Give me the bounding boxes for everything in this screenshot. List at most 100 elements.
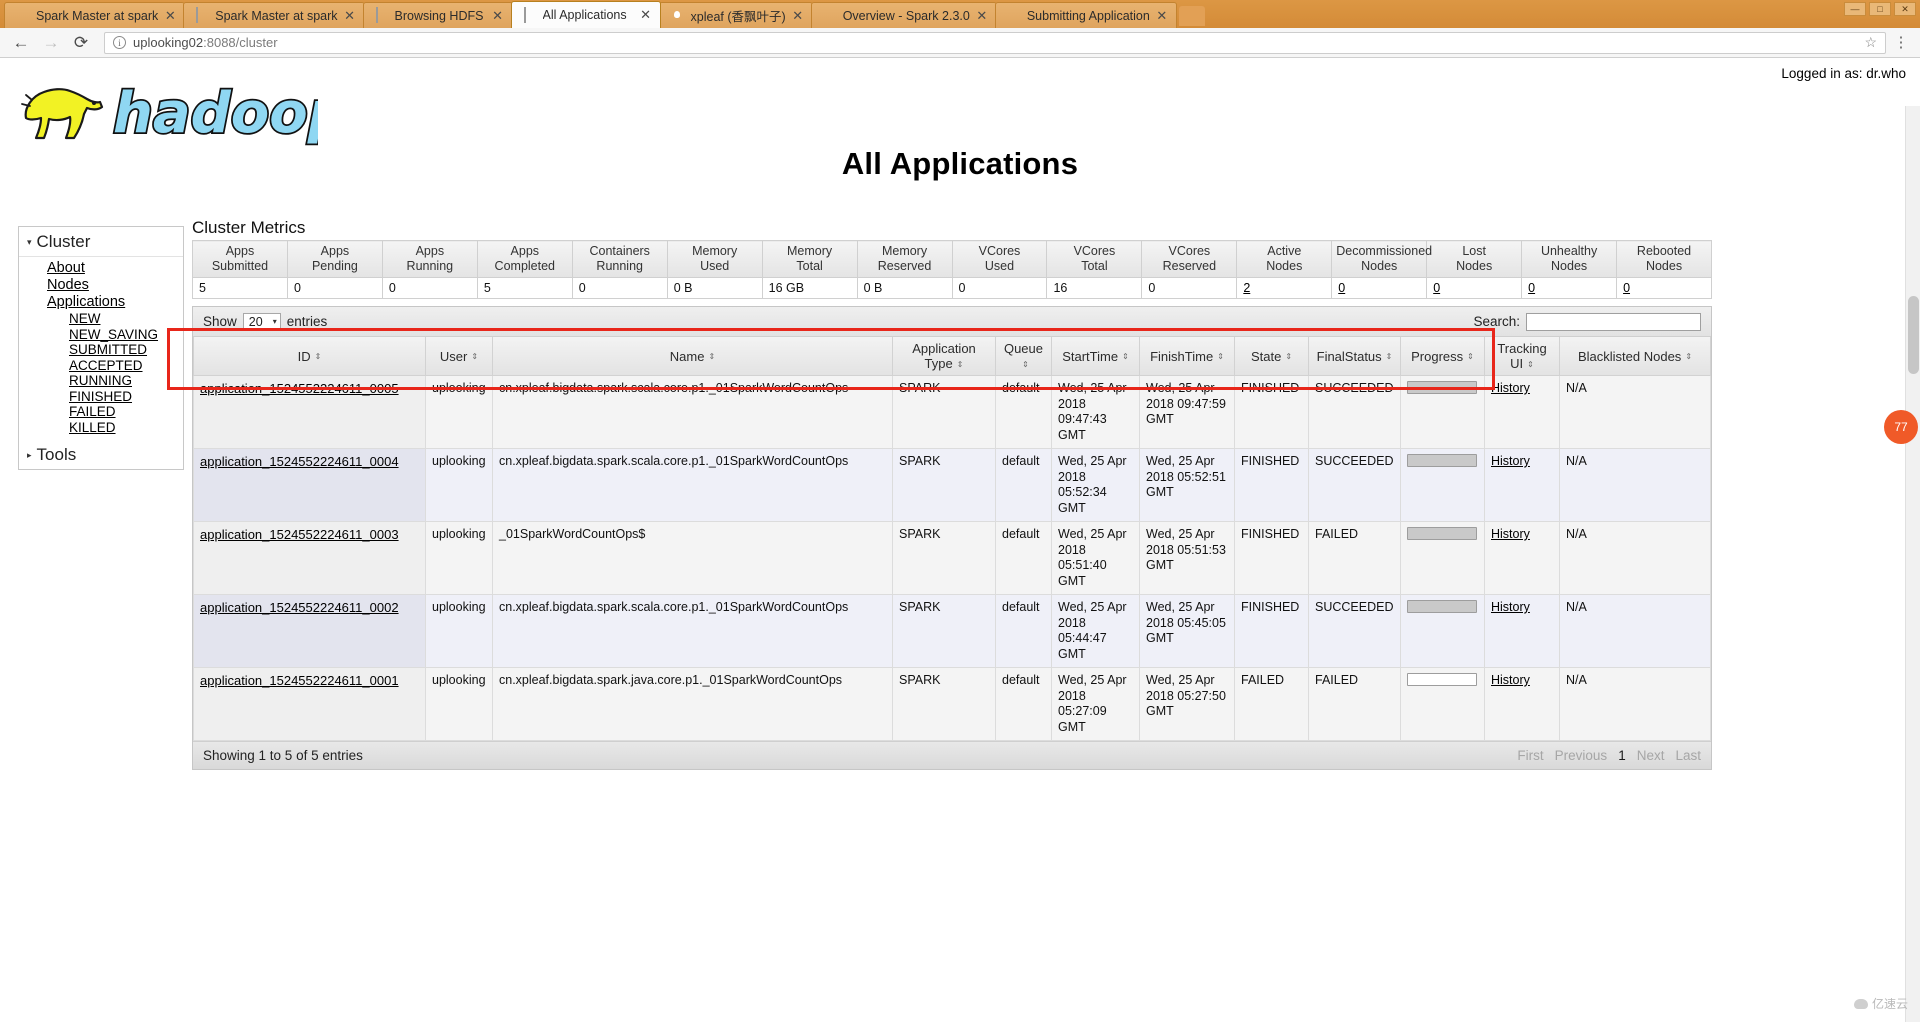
- browser-tab-7[interactable]: Submitting Application ✕: [994, 2, 1177, 28]
- metrics-col-apps-running: Apps Running: [381, 240, 478, 278]
- browser-tab-4-active[interactable]: All Applications ✕: [510, 1, 661, 28]
- table-row[interactable]: application_1524552224611_0001 uplooking…: [193, 667, 1711, 741]
- address-bar[interactable]: i uplooking02 :8088/cluster ☆: [104, 31, 1886, 54]
- floating-badge[interactable]: 77: [1884, 410, 1918, 444]
- application-id-link[interactable]: application_1524552224611_0005: [200, 381, 399, 396]
- scrollbar-thumb[interactable]: [1908, 296, 1919, 374]
- sidebar-state-failed[interactable]: FAILED: [19, 404, 183, 420]
- sidebar-item-applications[interactable]: Applications: [19, 294, 183, 311]
- close-window-button[interactable]: ✕: [1894, 2, 1916, 16]
- tab-close-icon[interactable]: ✕: [344, 8, 356, 24]
- sidebar-cluster-header[interactable]: ▾ Cluster: [19, 227, 183, 257]
- browser-tab-3[interactable]: Browsing HDFS ✕: [362, 2, 513, 28]
- table-row[interactable]: application_1524552224611_0002 uplooking…: [193, 594, 1711, 668]
- table-row[interactable]: application_1524552224611_0004 uplooking…: [193, 448, 1711, 522]
- sidebar-state-accepted[interactable]: ACCEPTED: [19, 358, 183, 374]
- unhealthy-nodes-link[interactable]: 0: [1528, 281, 1535, 295]
- metrics-value-active-nodes: 2: [1236, 277, 1333, 299]
- history-link[interactable]: History: [1491, 673, 1530, 687]
- tab-close-icon[interactable]: ✕: [640, 7, 652, 23]
- table-row[interactable]: application_1524552224611_0003 uplooking…: [193, 521, 1711, 595]
- applications-table: ID ⇕ User ⇕ Name ⇕ Application Type ⇕ Queue⇕…: [193, 337, 1711, 741]
- bookmark-star-icon[interactable]: ☆: [1864, 34, 1877, 51]
- application-id-link[interactable]: application_1524552224611_0002: [200, 600, 399, 615]
- sidebar-tools-header[interactable]: ▸ Tools: [19, 440, 183, 469]
- sidebar-cluster-label: Cluster: [36, 232, 91, 251]
- sidebar-state-new[interactable]: NEW: [19, 311, 183, 327]
- browser-tab-6[interactable]: Overview - Spark 2.3.0 ✕: [810, 2, 997, 28]
- tab-close-icon[interactable]: ✕: [492, 8, 504, 24]
- site-info-icon[interactable]: i: [113, 36, 126, 49]
- history-link[interactable]: History: [1491, 454, 1530, 468]
- sidebar-state-submitted[interactable]: SUBMITTED: [19, 342, 183, 358]
- cell-starttime: Wed, 25 Apr 2018 09:47:43 GMT: [1051, 375, 1140, 449]
- cell-state: FAILED: [1234, 667, 1309, 741]
- col-header-starttime[interactable]: StartTime ⇕: [1051, 337, 1140, 376]
- col-header-blacklisted-nodes[interactable]: Blacklisted Nodes ⇕: [1559, 337, 1711, 376]
- col-header-name[interactable]: Name ⇕: [492, 337, 893, 376]
- col-header-finishtime[interactable]: FinishTime ⇕: [1139, 337, 1235, 376]
- sort-icon: ⇕: [471, 352, 479, 362]
- rebooted-nodes-link[interactable]: 0: [1623, 281, 1630, 295]
- sidebar-state-finished[interactable]: FINISHED: [19, 389, 183, 405]
- search-label: Search:: [1473, 314, 1520, 329]
- pager-first[interactable]: First: [1517, 748, 1543, 763]
- tab-close-icon[interactable]: ✕: [792, 8, 804, 24]
- forward-icon[interactable]: →: [38, 31, 64, 55]
- col-header-application-type[interactable]: Application Type ⇕: [892, 337, 996, 376]
- pager-last[interactable]: Last: [1675, 748, 1701, 763]
- caret-down-icon: ▾: [27, 236, 32, 247]
- col-header-state[interactable]: State ⇕: [1234, 337, 1309, 376]
- col-header-user[interactable]: User ⇕: [425, 337, 493, 376]
- back-icon[interactable]: ←: [8, 31, 34, 55]
- col-header-id[interactable]: ID ⇕: [193, 337, 426, 376]
- browser-tab-2[interactable]: Spark Master at spark ✕: [183, 2, 365, 28]
- browser-tab-5[interactable]: xpleaf (香飘叶子) ✕: [658, 2, 813, 28]
- application-id-link[interactable]: application_1524552224611_0001: [200, 673, 399, 688]
- tab-close-icon[interactable]: ✕: [164, 8, 176, 24]
- reload-icon[interactable]: ⟳: [68, 31, 94, 55]
- cell-blacklisted-nodes: N/A: [1559, 521, 1711, 595]
- col-header-finalstatus[interactable]: FinalStatus ⇕: [1308, 337, 1401, 376]
- lost-nodes-link[interactable]: 0: [1433, 281, 1440, 295]
- tab-close-icon[interactable]: ✕: [976, 8, 988, 24]
- history-link[interactable]: History: [1491, 381, 1530, 395]
- new-tab-button[interactable]: [1178, 6, 1205, 26]
- col-header-queue[interactable]: Queue⇕: [995, 337, 1052, 376]
- page-scrollbar[interactable]: [1905, 106, 1920, 1022]
- col-header-tracking-ui[interactable]: Tracking UI ⇕: [1484, 337, 1560, 376]
- minimize-button[interactable]: —: [1844, 2, 1866, 16]
- sidebar-state-new-saving[interactable]: NEW_SAVING: [19, 327, 183, 343]
- cell-state: FINISHED: [1234, 448, 1309, 522]
- active-nodes-link[interactable]: 2: [1243, 281, 1250, 295]
- sidebar-state-running[interactable]: RUNNING: [19, 373, 183, 389]
- search-input[interactable]: [1526, 312, 1701, 331]
- pager-next[interactable]: Next: [1637, 748, 1665, 763]
- maximize-button[interactable]: □: [1869, 2, 1891, 16]
- browser-menu-icon[interactable]: ⋮: [1890, 35, 1912, 50]
- history-link[interactable]: History: [1491, 527, 1530, 541]
- entries-select[interactable]: 20 ▾: [242, 313, 281, 330]
- application-id-link[interactable]: application_1524552224611_0004: [200, 454, 399, 469]
- col-header-progress[interactable]: Progress ⇕: [1400, 337, 1485, 376]
- pager-page-1[interactable]: 1: [1618, 748, 1626, 763]
- pager-previous[interactable]: Previous: [1555, 748, 1608, 763]
- cell-name: cn.xpleaf.bigdata.spark.java.core.p1._01…: [492, 667, 893, 741]
- decommissioned-nodes-link[interactable]: 0: [1338, 281, 1345, 295]
- metrics-col-vcores-reserved: VCores Reserved: [1141, 240, 1238, 278]
- cell-application-type: SPARK: [892, 594, 996, 668]
- hadoop-logo[interactable]: hadoop: [18, 72, 350, 148]
- spark-icon: [1006, 8, 1021, 23]
- cell-finalstatus: SUCCEEDED: [1308, 375, 1401, 449]
- history-link[interactable]: History: [1491, 600, 1530, 614]
- tab-close-icon[interactable]: ✕: [1156, 8, 1168, 24]
- cell-user: uplooking: [425, 375, 493, 449]
- browser-tab-1[interactable]: Spark Master at spark ✕: [4, 2, 186, 28]
- application-id-link[interactable]: application_1524552224611_0003: [200, 527, 399, 542]
- sidebar-item-about[interactable]: About: [19, 260, 183, 277]
- sidebar-item-nodes[interactable]: Nodes: [19, 277, 183, 294]
- table-row[interactable]: application_1524552224611_0005 uplooking…: [193, 375, 1711, 449]
- sidebar-state-killed[interactable]: KILLED: [19, 420, 183, 436]
- metrics-col-memory-total: Memory Total: [761, 240, 858, 278]
- applications-footer: Showing 1 to 5 of 5 entries First Previo…: [193, 741, 1711, 769]
